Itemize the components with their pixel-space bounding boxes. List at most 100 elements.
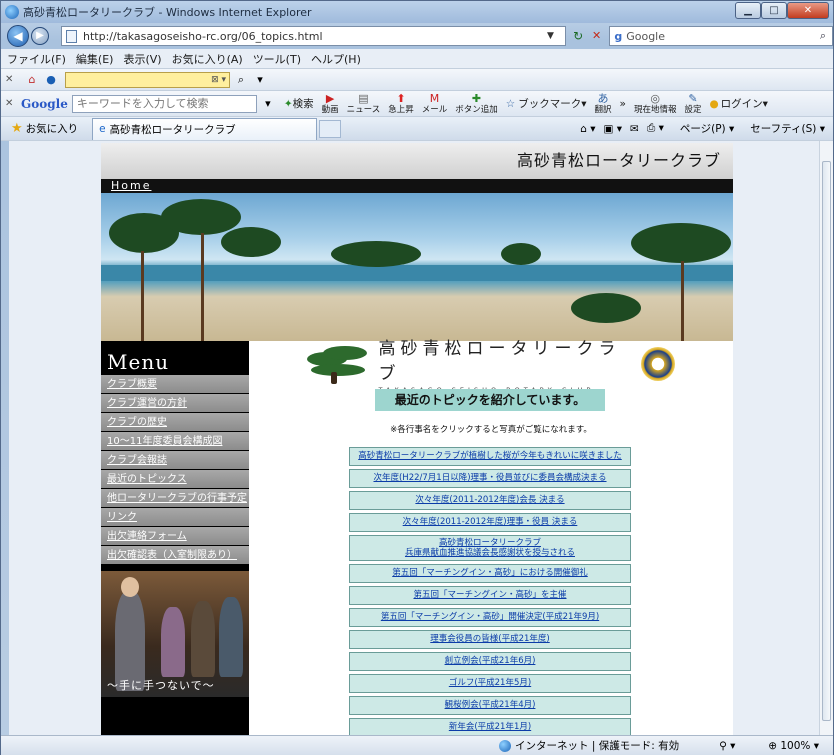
vertical-scrollbar[interactable] — [819, 141, 833, 735]
login-button[interactable]: ● ログイン ▾ — [709, 96, 767, 111]
sidebar-item-label[interactable]: 最近のトピックス — [107, 474, 187, 485]
sidebar-item-links[interactable]: リンク — [101, 508, 249, 526]
topic-link-item[interactable]: 高砂青松ロータリークラブが植樹した桜が今年もきれいに咲きました — [349, 447, 631, 466]
topic-link-item[interactable]: 第五回「マーチングイン・高砂」における開催御礼 — [349, 564, 631, 583]
topic-link[interactable]: 次年度(H22/7月1日以降)理事・役員並びに委員会構成決まる — [373, 473, 606, 483]
topic-link[interactable]: 第五回「マーチングイン・高砂」を主催 — [413, 590, 566, 600]
bookmarks-button[interactable]: ☆ ブックマーク ▾ — [506, 96, 587, 111]
sidebar-item-label[interactable]: 他ロータリークラブの行事予定 — [107, 493, 247, 504]
search-icon[interactable]: ⌕ — [814, 29, 832, 43]
toolbar-search-input[interactable]: ⊠ ▾ — [65, 71, 230, 88]
globe-icon — [499, 739, 511, 752]
sidebar-item-club-overview[interactable]: クラブ概要 — [101, 375, 249, 393]
sidebar-item-label[interactable]: 出欠連絡フォーム — [107, 531, 187, 542]
home-link[interactable]: Home — [111, 179, 151, 192]
chevron-down-icon[interactable]: ▾ — [252, 72, 268, 88]
add-button[interactable]: ✚ ボタン追加 — [455, 92, 498, 115]
sidebar-item-label[interactable]: クラブの歴史 — [107, 417, 167, 428]
menu-help[interactable]: ヘルプ(H) — [311, 51, 361, 67]
topic-link[interactable]: 創立例会(平成21年6月) — [445, 656, 536, 666]
globe-icon[interactable]: ● — [43, 72, 59, 88]
print-icon[interactable]: ⎙ ▾ — [647, 122, 664, 135]
maximize-button[interactable]: □ — [761, 2, 787, 19]
favorites-button[interactable]: ★ お気に入り — [11, 121, 78, 136]
news-button[interactable]: ▤ ニュース — [347, 92, 381, 115]
topic-link-item[interactable]: 第五回「マーチングイン・高砂」開催決定(平成21年9月) — [349, 608, 631, 627]
mail-button[interactable]: M メール — [422, 92, 448, 115]
topic-link-item[interactable]: 次々年度(2011-2012年度)理事・役員 決まる — [349, 513, 631, 532]
minimize-button[interactable]: ▁ — [735, 2, 761, 19]
topic-link[interactable]: 観桜例会(平成21年4月) — [445, 700, 536, 710]
stop-icon[interactable]: ✕ — [588, 26, 605, 46]
close-button[interactable]: ✕ — [787, 2, 829, 19]
sidebar-item-bulletin[interactable]: クラブ会報誌 — [101, 451, 249, 469]
topic-link[interactable]: 新年会(平成21年1月) — [449, 722, 531, 732]
topic-link[interactable]: ゴルフ(平成21年5月) — [449, 678, 531, 688]
topic-link-item[interactable]: 創立例会(平成21年6月) — [349, 652, 631, 671]
address-input[interactable]: http://takasagoseisho-rc.org/06_topics.h… — [61, 26, 567, 46]
google-search-input[interactable] — [71, 94, 257, 113]
sidebar-item-label[interactable]: クラブ運営の方針 — [107, 398, 187, 409]
search-icon[interactable]: ⌕ — [233, 72, 249, 88]
close-toolbar-icon[interactable]: ✕ — [5, 74, 17, 85]
sidebar-item-label[interactable]: 出欠確認表（入室制限あり） — [107, 550, 237, 561]
sidebar-item-attendance-list[interactable]: 出欠確認表（入室制限あり） — [101, 546, 249, 564]
menu-file[interactable]: ファイル(F) — [7, 51, 66, 67]
menu-favorites[interactable]: お気に入り(A) — [172, 51, 243, 67]
topic-link-item[interactable]: ゴルフ(平成21年5月) — [349, 674, 631, 693]
topic-link-item[interactable]: 次々年度(2011-2012年度)会長 決まる — [349, 491, 631, 510]
safety-menu[interactable]: セーフティ(S) ▾ — [742, 121, 825, 136]
settings-button[interactable]: ✎ 設定 — [684, 92, 701, 115]
forward-button[interactable]: ▶ — [31, 27, 49, 45]
google-search-button[interactable]: ✦ 検索 — [284, 96, 314, 111]
location-button[interactable]: ◎ 現在地情報 — [634, 92, 677, 115]
sidebar-item-club-policy[interactable]: クラブ運営の方針 — [101, 394, 249, 412]
topic-link[interactable]: 次々年度(2011-2012年度)理事・役員 決まる — [403, 517, 578, 527]
chevron-down-icon[interactable]: ▼ — [535, 31, 565, 41]
topic-link-item[interactable]: 第五回「マーチングイン・高砂」を主催 — [349, 586, 631, 605]
translate-button[interactable]: あ翻訳 — [595, 92, 612, 115]
chevron-down-icon[interactable]: ▾ — [260, 96, 276, 112]
sidebar-item-committee[interactable]: 10〜11年度委員会構成図 — [101, 432, 249, 450]
menu-tools[interactable]: ツール(T) — [253, 51, 301, 67]
topic-link[interactable]: 高砂青松ロータリークラブが植樹した桜が今年もきれいに咲きました — [358, 451, 622, 461]
sidebar-item-other-clubs[interactable]: 他ロータリークラブの行事予定 — [101, 489, 249, 507]
home-icon[interactable]: ⌂ ▾ — [580, 123, 595, 135]
tab-active[interactable]: e 高砂青松ロータリークラブ — [92, 117, 318, 140]
sidebar-item-attendance-form[interactable]: 出欠連絡フォーム — [101, 527, 249, 545]
scrollbar-thumb[interactable] — [822, 161, 831, 721]
close-toolbar-icon[interactable]: ✕ — [5, 98, 17, 109]
refresh-icon[interactable]: ↻ — [568, 26, 587, 46]
topic-link[interactable]: 第五回「マーチングイン・高砂」における開催御礼 — [392, 568, 588, 578]
more-button[interactable]: » — [620, 98, 626, 110]
topic-link-item[interactable]: 新年会(平成21年1月) — [349, 718, 631, 735]
sidebar-item-label[interactable]: 10〜11年度委員会構成図 — [107, 436, 222, 447]
topic-link-item[interactable]: 理事会役員の皆様(平成21年度) — [349, 630, 631, 649]
back-button[interactable]: ◀ — [7, 25, 29, 47]
security-zone[interactable]: インターネット | 保護モード: 有効 — [499, 738, 679, 753]
video-button[interactable]: ▶ 動画 — [322, 92, 339, 115]
sidebar-item-label[interactable]: クラブ会報誌 — [107, 455, 167, 466]
search-input[interactable]: g Google ⌕ — [609, 26, 833, 46]
topic-link[interactable]: 次々年度(2011-2012年度)会長 決まる — [415, 495, 564, 505]
protected-mode-icon[interactable]: ⚲ ▾ — [719, 740, 735, 752]
new-tab-button[interactable] — [319, 119, 342, 138]
mail-icon[interactable]: ✉ — [630, 123, 639, 135]
menu-view[interactable]: 表示(V) — [123, 51, 161, 67]
topic-link-item[interactable]: 高砂青松ロータリークラブ 兵庫県献血推進協議会長感謝状を授与される — [349, 535, 631, 561]
feeds-icon[interactable]: ▣ ▾ — [603, 123, 622, 135]
sidebar-item-label[interactable]: リンク — [107, 512, 137, 523]
topic-link[interactable]: 第五回「マーチングイン・高砂」開催決定(平成21年9月) — [381, 612, 599, 622]
trending-button[interactable]: ⬆ 急上昇 — [388, 92, 414, 115]
topic-link[interactable]: 理事会役員の皆様(平成21年度) — [430, 634, 549, 644]
sidebar-item-label[interactable]: クラブ概要 — [107, 379, 157, 390]
topic-link-item[interactable]: 観桜例会(平成21年4月) — [349, 696, 631, 715]
home-icon[interactable]: ⌂ — [24, 72, 40, 88]
sidebar-item-club-history[interactable]: クラブの歴史 — [101, 413, 249, 431]
topic-link[interactable]: 高砂青松ロータリークラブ 兵庫県献血推進協議会長感謝状を授与される — [405, 538, 575, 558]
sidebar-item-topics[interactable]: 最近のトピックス — [101, 470, 249, 488]
page-menu[interactable]: ページ(P) ▾ — [672, 121, 734, 136]
zoom-control[interactable]: ⊕ 100% ▾ — [768, 740, 819, 752]
menu-edit[interactable]: 編集(E) — [76, 51, 114, 67]
topic-link-item[interactable]: 次年度(H22/7月1日以降)理事・役員並びに委員会構成決まる — [349, 469, 631, 488]
